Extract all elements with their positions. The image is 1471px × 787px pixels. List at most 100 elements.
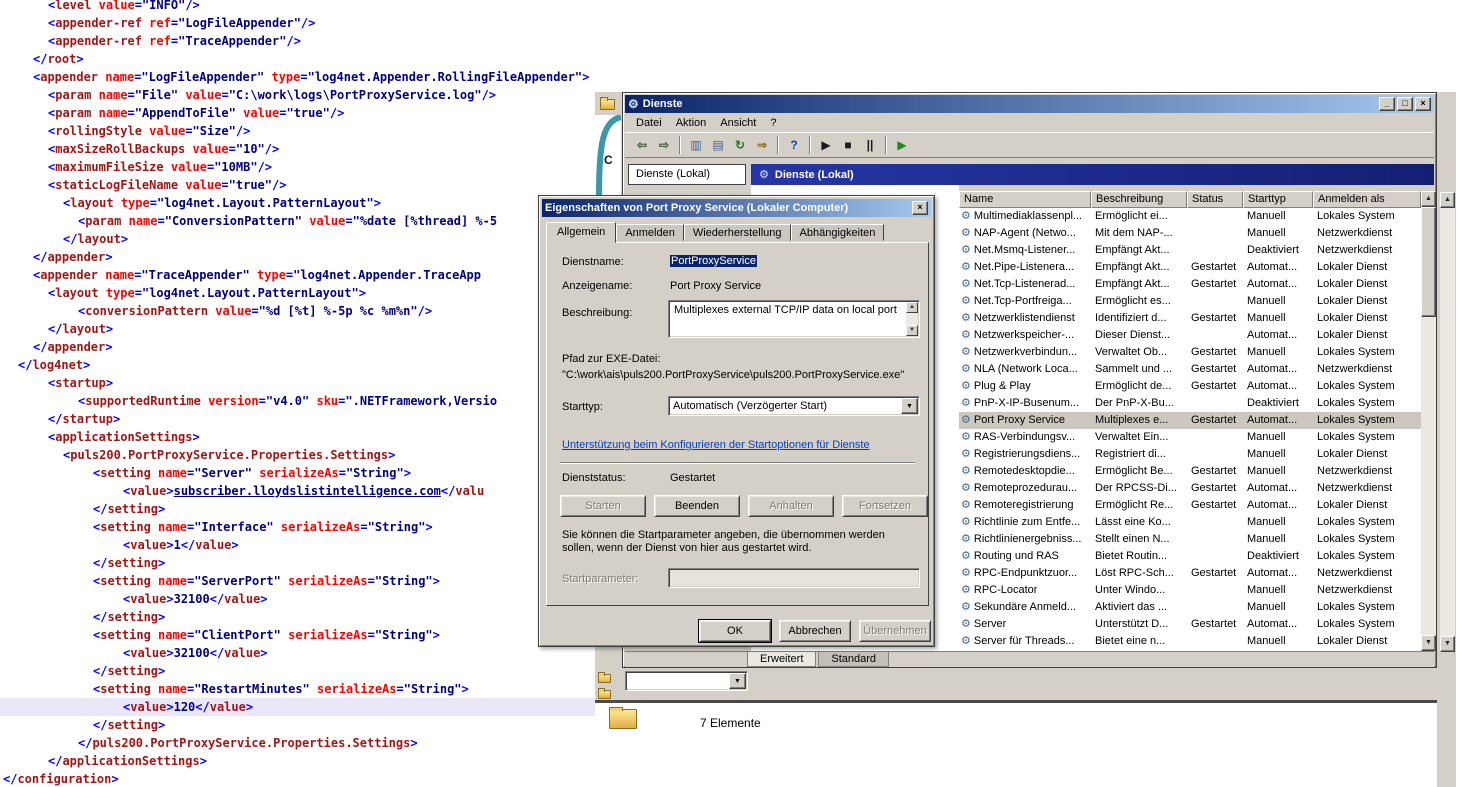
code-line[interactable]: <rollingStyle value="Size"/> bbox=[0, 122, 620, 140]
code-line[interactable]: <param name="File" value="C:\work\logs\P… bbox=[0, 86, 620, 104]
startparameter-input[interactable] bbox=[668, 568, 920, 588]
code-line[interactable]: </root> bbox=[0, 50, 620, 68]
service-row[interactable]: ⚙Remotedesktopdie...Ermöglicht Be...Gest… bbox=[959, 463, 1421, 480]
export-icon[interactable]: ⇒ bbox=[753, 136, 771, 154]
code-line[interactable]: </appender> bbox=[0, 338, 620, 356]
code-line[interactable]: <maximumFileSize value="10MB"/> bbox=[0, 158, 620, 176]
code-line[interactable]: <appender name="TraceAppender" type="log… bbox=[0, 266, 620, 284]
services-titlebar[interactable]: ⚙ Dienste _□× bbox=[625, 95, 1434, 113]
maximize-button[interactable]: □ bbox=[1397, 97, 1413, 111]
code-line[interactable]: <setting name="Server" serializeAs="Stri… bbox=[0, 464, 620, 482]
code-line[interactable]: <setting name="RestartMinutes" serialize… bbox=[0, 680, 620, 698]
service-row[interactable]: ⚙Net.Tcp-Listenerad...Empfängt Akt...Ges… bbox=[959, 276, 1421, 293]
service-row[interactable]: ⚙Server für Threads...Bietet eine n...Ma… bbox=[959, 633, 1421, 650]
dropdown-button[interactable]: ▼ bbox=[901, 398, 918, 414]
column-header-name[interactable]: Name bbox=[959, 191, 1091, 208]
code-line[interactable]: <value>32100</value> bbox=[0, 590, 620, 608]
code-editor[interactable]: <level value="INFO"/><appender-ref ref="… bbox=[0, 0, 620, 787]
scroll-up-icon[interactable]: ▲ bbox=[906, 302, 918, 313]
service-row[interactable]: ⚙RAS-Verbindungsv...Verwaltet Ein...Manu… bbox=[959, 429, 1421, 446]
code-line[interactable]: </startup> bbox=[0, 410, 620, 428]
abbrechen-button[interactable]: Abbrechen bbox=[779, 620, 851, 642]
service-row[interactable]: ⚙Netzwerkverbindun...Verwaltet Ob...Gest… bbox=[959, 344, 1421, 361]
view-tab-erweitert[interactable]: Erweitert bbox=[747, 652, 816, 667]
explorer-scrollbar[interactable]: ▲ ▼ bbox=[1440, 192, 1455, 652]
fortsetzen-button[interactable]: Fortsetzen bbox=[842, 495, 928, 517]
service-row[interactable]: ⚙NAP-Agent (Netwo...Mit dem NAP-...Manue… bbox=[959, 225, 1421, 242]
code-line[interactable]: <startup> bbox=[0, 374, 620, 392]
code-line[interactable]: </puls200.PortProxyService.Properties.Se… bbox=[0, 734, 620, 752]
code-line[interactable]: <value>32100</value> bbox=[0, 644, 620, 662]
service-row[interactable]: ⚙Net.Msmq-Listener...Empfängt Akt...Deak… bbox=[959, 242, 1421, 259]
service-row[interactable]: ⚙Routing und RASBietet Routin...Deaktivi… bbox=[959, 548, 1421, 565]
code-line[interactable]: </setting> bbox=[0, 662, 620, 680]
code-line[interactable]: <param name="ConversionPattern" value="%… bbox=[0, 212, 620, 230]
code-line[interactable]: <setting name="ServerPort" serializeAs="… bbox=[0, 572, 620, 590]
service-row[interactable]: ⚙RPC-LocatorUnter Windo...ManuellNetzwer… bbox=[959, 582, 1421, 599]
service-row[interactable]: ⚙Multimediaklassenpl...Ermöglicht ei...M… bbox=[959, 208, 1421, 225]
code-line[interactable]: <appender name="LogFileAppender" type="l… bbox=[0, 68, 620, 86]
code-line[interactable]: <value>1</value> bbox=[0, 536, 620, 554]
code-line[interactable]: </layout> bbox=[0, 230, 620, 248]
start-service-icon[interactable]: ▶ bbox=[817, 136, 835, 154]
code-line[interactable]: </setting> bbox=[0, 500, 620, 518]
scrollbar-thumb[interactable] bbox=[1421, 207, 1436, 317]
scroll-down-icon[interactable]: ▼ bbox=[906, 325, 918, 336]
pause-service-icon[interactable]: || bbox=[861, 136, 879, 154]
close-button[interactable]: × bbox=[912, 201, 928, 215]
tab-anmelden[interactable]: Anmelden bbox=[616, 224, 684, 241]
code-line[interactable]: </log4net> bbox=[0, 356, 620, 374]
refresh-icon[interactable]: ↻ bbox=[731, 136, 749, 154]
restart-service-icon[interactable]: ▶ bbox=[893, 136, 911, 154]
code-line[interactable]: <puls200.PortProxyService.Properties.Set… bbox=[0, 446, 620, 464]
column-header-status[interactable]: Status bbox=[1187, 191, 1243, 208]
menu-item-hilfe[interactable]: ? bbox=[763, 115, 783, 131]
forward-icon[interactable]: ⇨ bbox=[655, 136, 673, 154]
anhalten-button[interactable]: Anhalten bbox=[748, 495, 834, 517]
code-line[interactable]: <applicationSettings> bbox=[0, 428, 620, 446]
code-line[interactable]: <value>subscriber.lloydslistintelligence… bbox=[0, 482, 620, 500]
scroll-up-button[interactable]: ▲ bbox=[1421, 191, 1436, 207]
tab-abh-ngigkeiten[interactable]: Abhängigkeiten bbox=[791, 224, 885, 241]
service-row[interactable]: ⚙NetzwerklistendienstIdentifiziert d...G… bbox=[959, 310, 1421, 327]
service-row[interactable]: ⚙Richtlinie zum Entfe...Lässt eine Ko...… bbox=[959, 514, 1421, 531]
service-row[interactable]: ⚙NLA (Network Loca...Sammelt und ...Gest… bbox=[959, 361, 1421, 378]
menu-item-datei[interactable]: Datei bbox=[629, 115, 669, 131]
service-row[interactable]: ⚙Richtlinienergebniss...Stellt einen N..… bbox=[959, 531, 1421, 548]
code-line[interactable]: </configuration> bbox=[0, 770, 620, 787]
code-line[interactable]: </setting> bbox=[0, 716, 620, 734]
uebernehmen-button[interactable]: Übernehmen bbox=[859, 620, 931, 642]
column-header-anmelden-als[interactable]: Anmelden als bbox=[1313, 191, 1421, 208]
scroll-down-button[interactable]: ▼ bbox=[1421, 635, 1436, 651]
code-line[interactable]: <appender-ref ref="LogFileAppender"/> bbox=[0, 14, 620, 32]
code-line[interactable]: </setting> bbox=[0, 608, 620, 626]
column-header-starttyp[interactable]: Starttyp bbox=[1243, 191, 1313, 208]
scroll-up-button[interactable]: ▲ bbox=[1440, 192, 1455, 208]
dialog-titlebar[interactable]: Eigenschaften von Port Proxy Service (Lo… bbox=[542, 199, 931, 217]
menu-item-aktion[interactable]: Aktion bbox=[669, 115, 714, 131]
service-row[interactable]: ⚙Net.Tcp-Portfreiga...Ermöglicht es...Ma… bbox=[959, 293, 1421, 310]
code-line[interactable]: <value>120</value> bbox=[0, 698, 598, 716]
stop-service-icon[interactable]: ■ bbox=[839, 136, 857, 154]
beenden-button[interactable]: Beenden bbox=[654, 495, 740, 517]
startoptionen-link[interactable]: Unterstützung beim Konfigurieren der Sta… bbox=[562, 439, 870, 451]
code-line[interactable]: <appender-ref ref="TraceAppender"/> bbox=[0, 32, 620, 50]
ok-button[interactable]: OK bbox=[699, 620, 771, 642]
code-line[interactable]: </layout> bbox=[0, 320, 620, 338]
export-list-icon[interactable]: ▤ bbox=[709, 136, 727, 154]
tree-node-dienste-lokal[interactable]: Dienste (Lokal) bbox=[628, 164, 746, 185]
code-line[interactable]: <layout type="log4net.Layout.PatternLayo… bbox=[0, 284, 620, 302]
code-line[interactable]: <conversionPattern value="%d [%t] %-5p %… bbox=[0, 302, 620, 320]
help-icon[interactable]: ? bbox=[785, 136, 803, 154]
show-console-tree-icon[interactable]: ▥ bbox=[687, 136, 705, 154]
code-line[interactable]: </applicationSettings> bbox=[0, 752, 620, 770]
service-row[interactable]: ⚙Plug & PlayErmöglicht de...GestartetAut… bbox=[959, 378, 1421, 395]
back-icon[interactable]: ⇦ bbox=[633, 136, 651, 154]
services-scrollbar[interactable]: ▲ ▼ bbox=[1421, 191, 1436, 651]
code-line[interactable]: <maxSizeRollBackups value="10"/> bbox=[0, 140, 620, 158]
folder-dropdown[interactable]: ▼ bbox=[625, 671, 748, 691]
code-line[interactable]: <supportedRuntime version="v4.0" sku=".N… bbox=[0, 392, 620, 410]
minimize-button[interactable]: _ bbox=[1379, 97, 1395, 111]
code-line[interactable]: <layout type="log4net.Layout.PatternLayo… bbox=[0, 194, 620, 212]
beschreibung-scrollbar[interactable]: ▲ ▼ bbox=[906, 302, 918, 336]
